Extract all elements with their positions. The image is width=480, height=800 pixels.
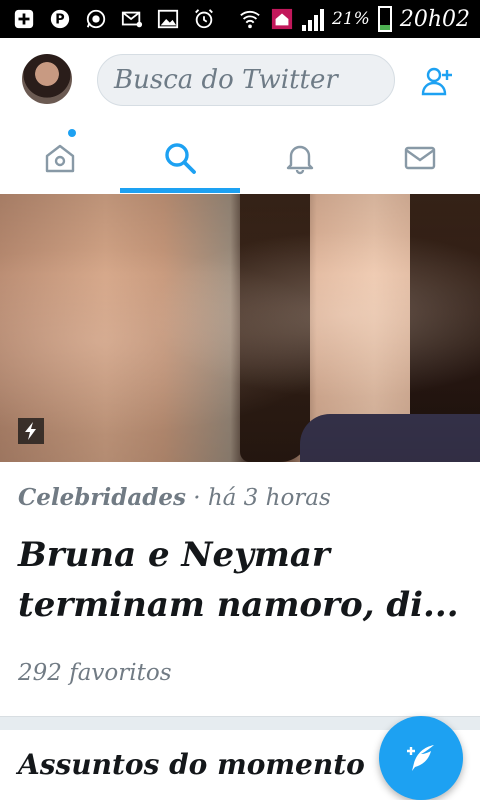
search-placeholder: Busca do Twitter: [114, 65, 338, 95]
signal-icon: [302, 7, 325, 31]
home-icon: [271, 8, 293, 30]
tab-notifications[interactable]: [240, 122, 360, 194]
moment-meta: Celebridades · há 3 horas: [18, 484, 331, 511]
status-bar: P 21% 20h02: [0, 0, 480, 38]
bell-icon: [286, 145, 314, 175]
wifi-icon: [240, 10, 260, 29]
moment-image[interactable]: [0, 194, 480, 462]
moment-time: há 3 horas: [207, 485, 331, 511]
avatar[interactable]: [22, 54, 72, 104]
lightning-icon: [25, 422, 36, 440]
moment-favorites: 292 favoritos: [18, 660, 172, 686]
home-icon: [45, 144, 75, 173]
meta-separator: ·: [193, 485, 201, 511]
pinterest-icon: P: [50, 9, 70, 29]
svg-text:P: P: [55, 13, 64, 28]
search-input[interactable]: Busca do Twitter: [97, 54, 395, 106]
image-icon: [157, 9, 179, 29]
tab-messages[interactable]: [360, 122, 480, 194]
plus-box-icon: [14, 9, 34, 29]
whatsapp-icon: [86, 9, 106, 29]
search-icon: [165, 143, 196, 174]
tab-search[interactable]: [120, 122, 240, 194]
email-icon: [121, 11, 143, 28]
add-user-icon[interactable]: [420, 64, 454, 98]
compose-tweet-button[interactable]: [379, 716, 463, 800]
battery-icon: [377, 6, 392, 32]
tab-bar: [0, 122, 480, 194]
moment-badge: [18, 418, 44, 444]
notification-dot: [68, 129, 76, 137]
alarm-icon: [195, 9, 213, 29]
feather-compose-icon: [407, 745, 434, 771]
photo-overlay: [0, 194, 480, 462]
moment-headline[interactable]: Bruna e Neymar terminam namoro, di...: [18, 530, 468, 630]
battery-percent: 21%: [332, 9, 370, 29]
trending-title: Assuntos do momento: [18, 748, 365, 781]
active-tab-indicator: [120, 188, 240, 193]
top-bar: Busca do Twitter: [0, 38, 480, 122]
moment-category[interactable]: Celebridades: [18, 484, 186, 511]
clock: 20h02: [399, 6, 470, 32]
mail-icon: [404, 146, 436, 170]
tab-home[interactable]: [0, 122, 120, 194]
